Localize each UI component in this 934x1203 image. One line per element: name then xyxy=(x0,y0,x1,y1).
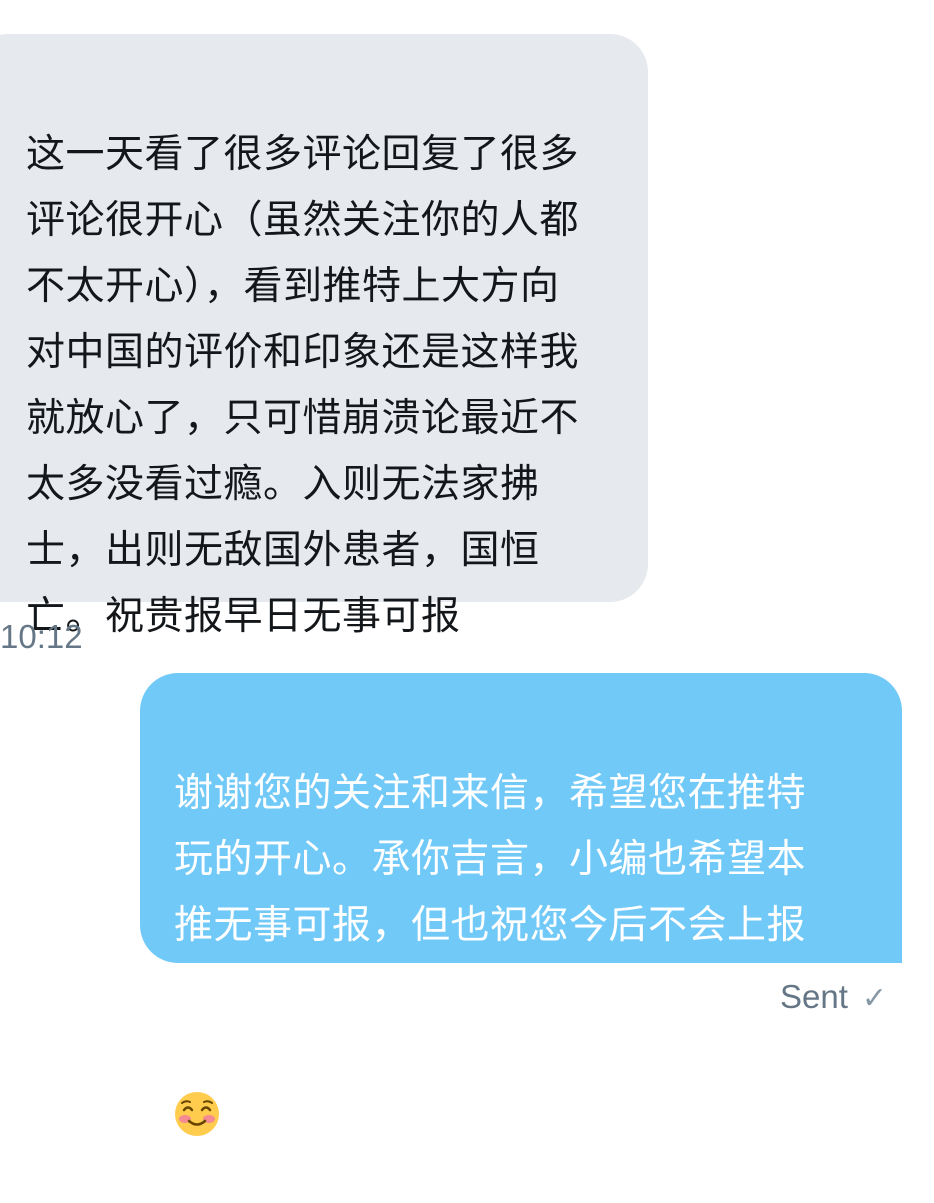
received-message-bubble[interactable]: 这一天看了很多评论回复了很多 评论很开心（虽然关注你的人都 不太开心），看到推特… xyxy=(0,34,648,639)
received-message-text: 这一天看了很多评论回复了很多 评论很开心（虽然关注你的人都 不太开心），看到推特… xyxy=(26,132,580,639)
check-icon: ✓ xyxy=(861,982,888,1015)
sent-message-text: 谢谢您的关注和来信，希望您在推特 玩的开心。承你吉言，小编也希望本 推无事可报，… xyxy=(174,771,807,948)
sent-message-bubble[interactable]: 谢谢您的关注和来信，希望您在推特 玩的开心。承你吉言，小编也希望本 推无事可报，… xyxy=(140,673,902,1136)
smiling-face-emoji-icon xyxy=(174,1025,220,1136)
sent-status: Sent ✓ xyxy=(780,978,887,1016)
message-timestamp: 10:12 xyxy=(0,618,83,655)
